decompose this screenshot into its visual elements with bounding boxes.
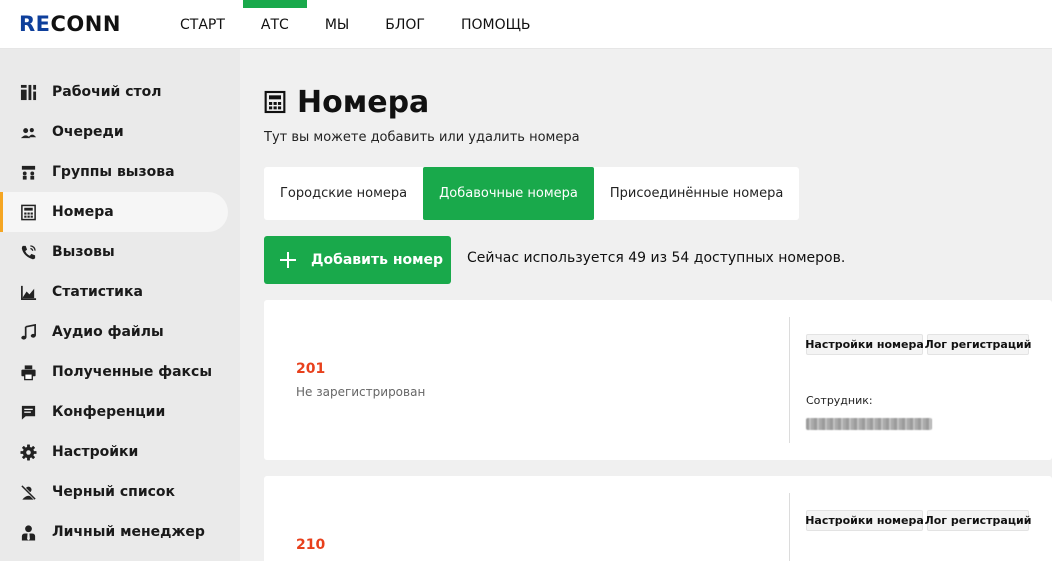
manager-icon: [19, 523, 37, 541]
sidebar-item-dashboard[interactable]: Рабочий стол: [0, 72, 228, 112]
registration-log-button[interactable]: Лог регистраций: [925, 334, 1031, 355]
phone-call-icon: [19, 243, 37, 261]
sidebar-item-label: Конференции: [52, 404, 166, 420]
sidebar-item-label: Личный менеджер: [52, 524, 205, 540]
number-settings-button[interactable]: Настройки номера: [805, 334, 924, 355]
blocked-user-icon: [19, 483, 37, 501]
nav-blog[interactable]: БЛОГ: [367, 0, 443, 49]
sidebar-item-numbers[interactable]: Номера: [0, 192, 228, 232]
nav-help[interactable]: ПОМОЩЬ: [443, 0, 549, 49]
sidebar-item-label: Группы вызова: [52, 164, 175, 180]
sidebar-item-label: Черный список: [52, 484, 176, 500]
page-header: Номера: [263, 82, 429, 122]
page-subtitle: Тут вы можете добавить или удалить номер…: [264, 130, 580, 145]
sidebar-item-faxes[interactable]: Полученные факсы: [0, 352, 228, 392]
sidebar-item-conferences[interactable]: Конференции: [0, 392, 228, 432]
tab-connected-numbers[interactable]: Присоединённые номера: [594, 167, 799, 220]
music-note-icon: [19, 323, 37, 341]
nav-ats[interactable]: АТС: [242, 0, 307, 49]
extension-number[interactable]: 201: [296, 361, 325, 377]
registration-status: Не зарегистрирован: [296, 385, 426, 399]
sidebar-item-label: Аудио файлы: [52, 324, 164, 340]
usage-info: Сейчас используется 49 из 54 доступных н…: [467, 250, 846, 266]
sidebar-item-label: Вызовы: [52, 244, 115, 260]
dashboard-icon: [19, 83, 37, 101]
number-type-tabs: Городские номера Добавочные номера Присо…: [264, 167, 800, 220]
sidebar-item-statistics[interactable]: Статистика: [0, 272, 228, 312]
chat-icon: [19, 403, 37, 421]
extension-card: 201 Не зарегистрирован Настройки номера …: [264, 300, 1052, 460]
reconn-logo[interactable]: RECONN: [19, 13, 121, 35]
sidebar-item-label: Статистика: [52, 284, 143, 300]
sidebar-item-settings[interactable]: Настройки: [0, 432, 228, 472]
sidebar-item-audio-files[interactable]: Аудио файлы: [0, 312, 228, 352]
sidebar-item-label: Настройки: [52, 444, 139, 460]
plus-icon: [278, 250, 298, 270]
sidebar-item-call-groups[interactable]: Группы вызова: [0, 152, 228, 192]
queue-icon: [19, 123, 37, 141]
sidebar-item-personal-manager[interactable]: Личный менеджер: [0, 512, 228, 552]
printer-icon: [19, 363, 37, 381]
employee-label: Сотрудник:: [806, 394, 873, 407]
registration-log-button[interactable]: Лог регистраций: [925, 510, 1031, 531]
sidebar-item-label: Полученные факсы: [52, 364, 212, 380]
chart-icon: [19, 283, 37, 301]
employee-name-redacted: [806, 418, 932, 430]
sidebar-item-queues[interactable]: Очереди: [0, 112, 228, 152]
top-bar: RECONN СТАРТ АТС МЫ БЛОГ ПОМОЩЬ: [0, 0, 1052, 49]
sidebar-item-label: Номера: [52, 204, 114, 220]
extension-number[interactable]: 210: [296, 537, 325, 553]
sidebar-item-calls[interactable]: Вызовы: [0, 232, 228, 272]
card-divider: [789, 317, 790, 443]
add-number-button[interactable]: Добавить номер: [264, 236, 451, 284]
numbers-icon: [263, 89, 289, 115]
sidebar-item-blacklist[interactable]: Черный список: [0, 472, 228, 512]
numbers-icon: [19, 203, 37, 221]
gear-icon: [19, 443, 37, 461]
sidebar-item-label: Рабочий стол: [52, 84, 162, 100]
nav-start[interactable]: СТАРТ: [162, 0, 243, 49]
add-number-label: Добавить номер: [311, 252, 444, 268]
sidebar-item-label: Очереди: [52, 124, 124, 140]
sidebar: Рабочий стол Очереди Группы вызова Номер…: [0, 49, 240, 561]
main-nav: СТАРТ АТС МЫ БЛОГ ПОМОЩЬ: [162, 0, 549, 49]
extension-card: 210 Настройки номера Лог регистраций: [264, 476, 1052, 561]
tab-extension-numbers[interactable]: Добавочные номера: [423, 167, 594, 220]
nav-about[interactable]: МЫ: [307, 0, 367, 49]
tab-city-numbers[interactable]: Городские номера: [264, 167, 423, 220]
call-group-icon: [19, 163, 37, 181]
card-divider: [789, 493, 790, 561]
page-title: Номера: [297, 84, 430, 120]
number-settings-button[interactable]: Настройки номера: [805, 510, 924, 531]
